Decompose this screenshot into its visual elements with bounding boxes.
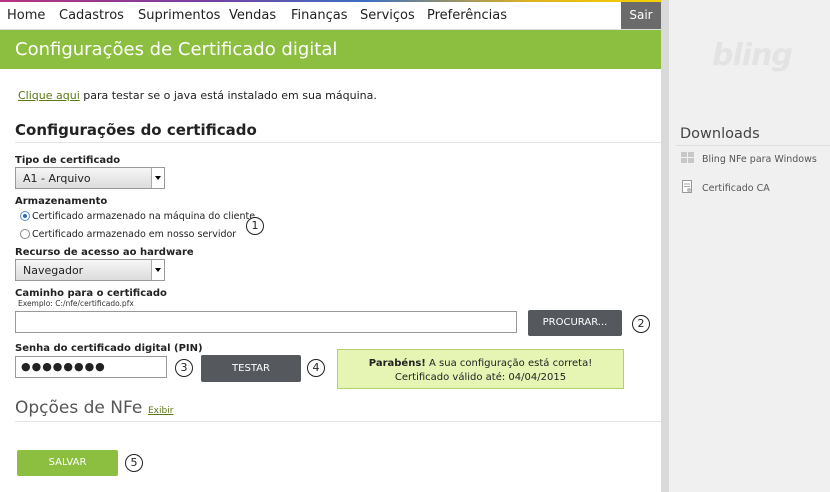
nav-financas[interactable]: Finanças — [291, 8, 347, 23]
scrollbar[interactable] — [661, 0, 669, 492]
download-certificado-ca[interactable]: Certificado CA — [681, 180, 770, 194]
success-message: Parabéns! A sua configuração está corret… — [337, 349, 624, 389]
nav-home[interactable]: Home — [7, 8, 45, 23]
marker-4: 4 — [307, 359, 325, 377]
radio-selected-icon[interactable] — [20, 211, 30, 221]
nfe-divider — [15, 421, 661, 422]
marker-3: 3 — [175, 359, 193, 377]
hardware-value: Navegador — [23, 264, 84, 277]
marker-2: 2 — [632, 315, 650, 333]
radio-unselected-icon[interactable] — [20, 229, 30, 239]
java-check-text: para testar se o java está instalado em … — [79, 89, 377, 102]
download-bling-nfe-windows[interactable]: Bling NFe para Windows — [681, 152, 817, 165]
dropdown-arrow-icon — [151, 260, 164, 280]
title-bar: Configurações de Certificado digital — [0, 30, 661, 69]
sidebar — [669, 0, 830, 492]
top-nav: Home Cadastros Suprimentos Vendas Finanç… — [0, 2, 661, 30]
storage-label: Armazenamento — [15, 196, 108, 207]
marker-1: 1 — [246, 217, 264, 235]
nav-preferencias[interactable]: Preferências — [427, 8, 507, 23]
pin-label: Senha do certificado digital (PIN) — [15, 343, 203, 354]
certificate-icon — [681, 180, 694, 193]
test-button[interactable]: TESTAR — [201, 355, 301, 382]
bling-logo: bling — [712, 38, 793, 73]
storage-option-client[interactable]: Certificado armazenado na máquina do cli… — [20, 211, 255, 222]
nfe-options-title: Opções de NFe — [15, 398, 143, 418]
downloads-title: Downloads — [680, 126, 760, 142]
nfe-options-toggle[interactable]: Exibir — [148, 406, 173, 416]
success-text: A sua configuração está correta! — [425, 358, 593, 369]
download-certificado-ca-label: Certificado CA — [702, 183, 770, 194]
cert-type-value: A1 - Arquivo — [23, 172, 91, 185]
save-button[interactable]: SALVAR — [17, 450, 118, 476]
nav-cadastros[interactable]: Cadastros — [59, 8, 124, 23]
browse-button[interactable]: PROCURAR... — [528, 310, 622, 336]
pin-input[interactable]: ●●●●●●●● — [15, 356, 167, 378]
cert-section-title: Configurações do certificado — [15, 121, 257, 139]
storage-option-client-label: Certificado armazenado na máquina do cli… — [32, 211, 256, 222]
download-bling-nfe-windows-label: Bling NFe para Windows — [702, 154, 817, 165]
marker-5: 5 — [125, 454, 143, 472]
nav-servicos[interactable]: Serviços — [360, 8, 415, 23]
nav-suprimentos[interactable]: Suprimentos — [138, 8, 220, 23]
main-panel: Home Cadastros Suprimentos Vendas Finanç… — [0, 0, 661, 492]
success-strong: Parabéns! — [368, 358, 426, 369]
path-example: Exemplo: C:/nfe/certificado.pfx — [18, 299, 134, 308]
success-validity: Certificado válido até: 04/04/2015 — [394, 372, 567, 383]
section-divider — [15, 142, 661, 143]
nav-vendas[interactable]: Vendas — [229, 8, 276, 23]
hardware-select[interactable]: Navegador — [15, 259, 165, 281]
cert-type-select[interactable]: A1 - Arquivo — [15, 167, 165, 189]
java-check-line: Clique aqui para testar se o java está i… — [18, 89, 377, 102]
windows-icon — [681, 152, 694, 164]
page-title: Configurações de Certificado digital — [15, 39, 338, 60]
dropdown-arrow-icon — [151, 168, 164, 188]
storage-option-server[interactable]: Certificado armazenado em nosso servidor — [20, 229, 236, 240]
storage-option-server-label: Certificado armazenado em nosso servidor — [32, 229, 237, 240]
path-label: Caminho para o certificado — [15, 288, 167, 299]
sidebar-divider — [676, 145, 830, 146]
hardware-label: Recurso de acesso ao hardware — [15, 247, 194, 258]
java-check-link[interactable]: Clique aqui — [18, 89, 80, 102]
cert-type-label: Tipo de certificado — [15, 155, 121, 166]
logout-button[interactable]: Sair — [621, 2, 661, 29]
path-input[interactable] — [15, 311, 517, 333]
